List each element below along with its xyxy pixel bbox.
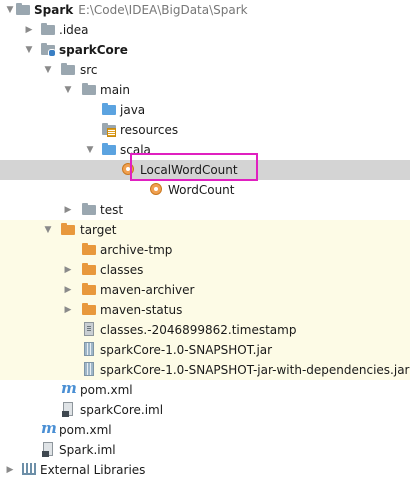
tree-label: sparkCore-1.0-SNAPSHOT-jar-with-dependen… [100, 363, 410, 377]
tree-row-external-libraries[interactable]: ▶ External Libraries [0, 460, 410, 480]
excluded-folder-icon [81, 243, 97, 257]
tree-row-scala[interactable]: ▼ scala [0, 140, 410, 160]
tree-row-wordcount[interactable]: WordCount [0, 180, 410, 200]
chevron-down-icon[interactable]: ▼ [41, 60, 55, 80]
tree-label: LocalWordCount [140, 163, 238, 177]
tree-label: scala [120, 143, 151, 157]
tree-row-main[interactable]: ▼ main [0, 80, 410, 100]
project-tree: ▼ Spark E:\Code\IDEA\BigData\Spark ▶ .ide… [0, 0, 410, 480]
module-folder-icon [40, 43, 56, 57]
tree-label: sparkCore [59, 43, 128, 57]
chevron-right-icon[interactable]: ▶ [22, 20, 36, 40]
tree-label: maven-archiver [100, 283, 195, 297]
folder-icon [81, 203, 97, 217]
folder-icon [60, 63, 76, 77]
tree-row-module-iml[interactable]: sparkCore.iml [0, 400, 410, 420]
tree-label: WordCount [168, 183, 235, 197]
tree-row-sparkcore[interactable]: ▼ sparkCore [0, 40, 410, 60]
folder-icon [81, 83, 97, 97]
tree-row-maven-status[interactable]: ▶ maven-status [0, 300, 410, 320]
excluded-folder-icon [81, 263, 97, 277]
tree-label: External Libraries [40, 463, 146, 477]
tree-label: Spark.iml [59, 443, 116, 457]
tree-label: sparkCore-1.0-SNAPSHOT.jar [100, 343, 273, 357]
tree-row-module-pom[interactable]: m pom.xml [0, 380, 410, 400]
tree-row-maven-archiver[interactable]: ▶ maven-archiver [0, 280, 410, 300]
tree-row-localwordcount[interactable]: LocalWordCount [0, 160, 410, 180]
chevron-right-icon[interactable]: ▶ [61, 300, 75, 320]
folder-icon [15, 3, 31, 17]
root-path: E:\Code\IDEA\BigData\Spark [78, 3, 248, 17]
tree-row-archive-tmp[interactable]: archive-tmp [0, 240, 410, 260]
scala-object-icon [148, 183, 164, 197]
chevron-down-icon[interactable]: ▼ [22, 40, 36, 60]
tree-row-java[interactable]: java [0, 100, 410, 120]
tree-label: test [100, 203, 124, 217]
tree-label: classes.-2046899862.timestamp [100, 323, 297, 337]
excluded-folder-icon [81, 283, 97, 297]
tree-label: src [80, 63, 98, 77]
tree-row-classes[interactable]: ▶ classes [0, 260, 410, 280]
tree-row-root-iml[interactable]: Spark.iml [0, 440, 410, 460]
tree-row-root-pom[interactable]: m pom.xml [0, 420, 410, 440]
chevron-right-icon[interactable]: ▶ [61, 200, 75, 220]
tree-row-idea[interactable]: ▶ .idea [0, 20, 410, 40]
jar-file-icon [81, 362, 97, 377]
tree-row-jar[interactable]: sparkCore-1.0-SNAPSHOT.jar [0, 340, 410, 360]
tree-row-target[interactable]: ▼ target [0, 220, 410, 240]
maven-icon: m [41, 419, 57, 437]
excluded-folder-icon [81, 303, 97, 317]
chevron-right-icon[interactable]: ▶ [61, 280, 75, 300]
chevron-down-icon[interactable]: ▼ [41, 220, 55, 240]
tree-label: resources [120, 123, 179, 137]
tree-row-test[interactable]: ▶ test [0, 200, 410, 220]
folder-icon [40, 23, 56, 37]
resources-folder-icon [101, 123, 117, 137]
iml-file-icon [60, 402, 76, 417]
excluded-folder-icon [60, 223, 76, 237]
tree-label: target [80, 223, 117, 237]
tree-row-spark[interactable]: ▼ Spark E:\Code\IDEA\BigData\Spark [0, 0, 410, 20]
chevron-right-icon[interactable]: ▶ [3, 460, 17, 480]
tree-label: pom.xml [80, 383, 133, 397]
tree-label: .idea [59, 23, 89, 37]
chevron-down-icon[interactable]: ▼ [61, 80, 75, 100]
tree-row-resources[interactable]: resources [0, 120, 410, 140]
tree-row-timestamp[interactable]: classes.-2046899862.timestamp [0, 320, 410, 340]
text-file-icon [81, 322, 97, 337]
tree-label: archive-tmp [100, 243, 173, 257]
tree-label: sparkCore.iml [80, 403, 164, 417]
tree-row-jar-deps[interactable]: sparkCore-1.0-SNAPSHOT-jar-with-dependen… [0, 360, 410, 380]
tree-label: classes [100, 263, 144, 277]
tree-label: main [100, 83, 130, 97]
tree-label: maven-status [100, 303, 183, 317]
chevron-right-icon[interactable]: ▶ [61, 260, 75, 280]
iml-file-icon [40, 442, 56, 457]
jar-file-icon [81, 342, 97, 357]
tree-label: Spark [34, 3, 74, 17]
libraries-icon [21, 463, 37, 477]
tree-label: pom.xml [59, 423, 112, 437]
source-folder-icon [101, 143, 117, 157]
scala-object-icon [120, 163, 136, 177]
chevron-down-icon[interactable]: ▼ [83, 140, 97, 160]
source-folder-icon [101, 103, 117, 117]
tree-label: java [120, 103, 146, 117]
maven-icon: m [61, 379, 77, 397]
tree-row-src[interactable]: ▼ src [0, 60, 410, 80]
